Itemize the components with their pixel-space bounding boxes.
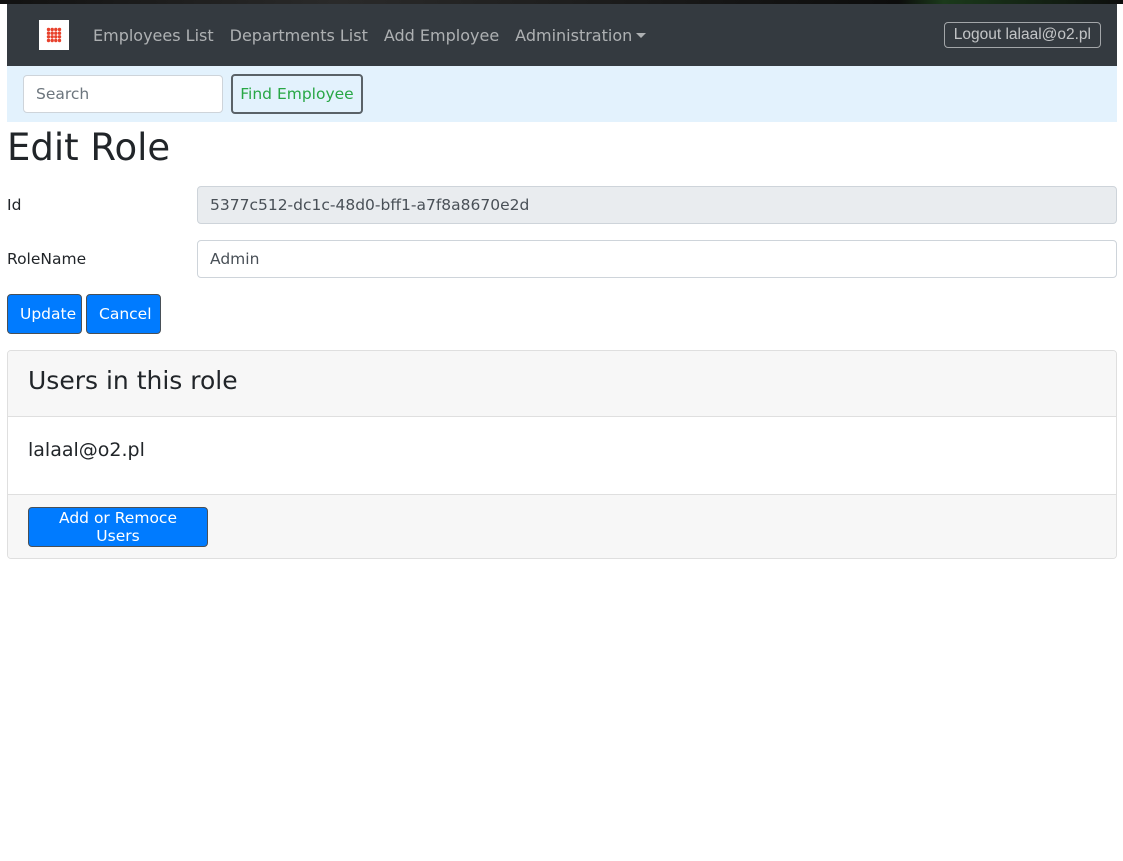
id-field[interactable] — [197, 186, 1117, 224]
id-label: Id — [7, 196, 22, 214]
search-bar: Find Employee — [7, 66, 1117, 122]
find-employee-button[interactable]: Find Employee — [231, 74, 363, 114]
nav-departments-list[interactable]: Departments List — [230, 26, 368, 45]
rolename-label: RoleName — [7, 250, 87, 268]
nav-administration-dropdown[interactable]: Administration — [515, 25, 647, 45]
brand-logo[interactable] — [39, 20, 69, 50]
card-header: Users in this role — [8, 351, 1116, 417]
caret-down-icon — [636, 32, 647, 38]
nav-add-employee[interactable]: Add Employee — [384, 26, 499, 45]
page-title: Edit Role — [7, 126, 171, 169]
cancel-button[interactable]: Cancel — [86, 294, 161, 334]
nav-employees-list[interactable]: Employees List — [93, 26, 214, 45]
users-in-role-card: Users in this role lalaal@o2.pl Add or R… — [7, 350, 1117, 559]
card-title: Users in this role — [28, 366, 238, 395]
grid-dots-icon — [46, 27, 62, 43]
update-button[interactable]: Update — [7, 294, 82, 334]
search-input[interactable] — [23, 75, 223, 113]
nav-links: Employees List Departments List Add Empl… — [93, 4, 662, 66]
card-body: lalaal@o2.pl — [8, 417, 1116, 494]
rolename-field[interactable] — [197, 240, 1117, 278]
add-remove-users-button[interactable]: Add or Remoce Users — [28, 507, 208, 547]
role-user-item: lalaal@o2.pl — [28, 439, 145, 461]
nav-administration-label: Administration — [515, 25, 633, 45]
top-navbar: Employees List Departments List Add Empl… — [7, 4, 1117, 66]
card-footer: Add or Remoce Users — [8, 494, 1116, 558]
logout-button[interactable]: Logout lalaal@o2.pl — [943, 22, 1101, 48]
